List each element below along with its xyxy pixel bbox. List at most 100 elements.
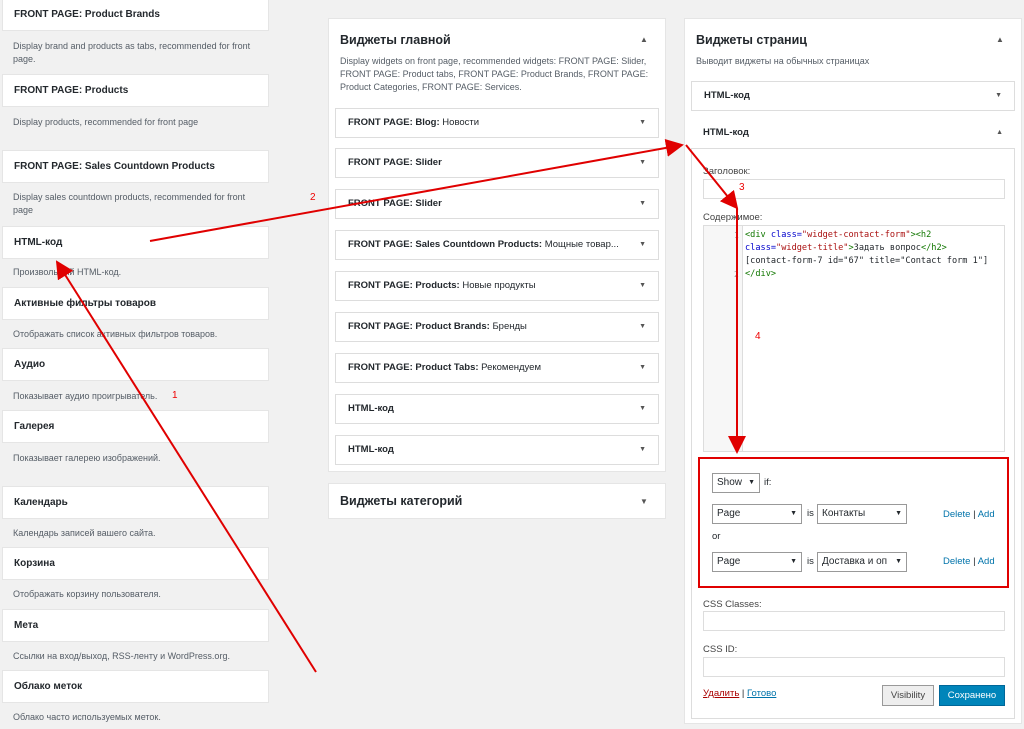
rule2-actions: Delete | Add <box>943 556 995 567</box>
available-widget-description: Отображать корзину пользователя. <box>13 589 161 599</box>
select-caret-icon: ▼ <box>748 479 755 486</box>
done-link[interactable]: Готово <box>747 688 776 699</box>
main-sidebar-widget[interactable]: FRONT PAGE: Product Tabs: Рекомендуем ▼ <box>335 353 659 383</box>
expand-arrow-icon[interactable]: ▼ <box>639 149 646 177</box>
css-classes-input[interactable] <box>703 611 1005 631</box>
available-widget-description: Календарь записей вашего сайта. <box>13 528 156 538</box>
page-sidebar-title[interactable]: Виджеты страниц <box>696 33 807 47</box>
widget-title: FRONT PAGE: Slider <box>348 157 442 168</box>
main-sidebar-widget[interactable]: HTML-код ▼ <box>335 394 659 424</box>
widget-title: HTML-код <box>704 90 750 101</box>
visibility-button[interactable]: Visibility <box>882 685 934 706</box>
rule-add-link[interactable]: Add <box>978 556 995 567</box>
available-widget-title[interactable]: Мета <box>2 609 269 642</box>
category-sidebar-panel: Виджеты категорий ▼ <box>328 483 666 519</box>
widget-instance-title: Рекомендуем <box>478 362 541 373</box>
expand-arrow-icon[interactable]: ▼ <box>639 190 646 218</box>
main-sidebar-widget[interactable]: FRONT PAGE: Blog: Новости ▼ <box>335 108 659 138</box>
expand-arrow-icon[interactable]: ▼ <box>639 109 646 137</box>
rule-add-link[interactable]: Add <box>978 509 995 520</box>
expand-arrow-icon[interactable]: ▼ <box>640 497 648 506</box>
available-widget-title[interactable]: FRONT PAGE: Products <box>2 74 269 107</box>
delete-widget-link[interactable]: Удалить <box>703 688 739 699</box>
code-token: class= <box>745 243 777 253</box>
collapse-arrow-icon[interactable]: ▲ <box>996 35 1004 44</box>
available-widget-title[interactable]: Календарь <box>2 486 269 519</box>
widget-html-collapsed[interactable]: HTML-код ▼ <box>691 81 1015 111</box>
available-widget-title[interactable]: Корзина <box>2 547 269 580</box>
main-sidebar-widget[interactable]: FRONT PAGE: Sales Countdown Products: Мо… <box>335 230 659 260</box>
code-line-2: </div> <box>745 268 776 281</box>
code-token: ><h2 <box>910 230 932 240</box>
main-sidebar-widget[interactable]: FRONT PAGE: Products: Новые продукты ▼ <box>335 271 659 301</box>
content-field-label: Содержимое: <box>703 212 763 223</box>
code-token: [contact-form-7 id="67" title="Contact f… <box>745 256 989 266</box>
collapse-arrow-icon[interactable]: ▲ <box>640 35 648 44</box>
select-caret-icon: ▼ <box>895 558 902 565</box>
rule-delete-link[interactable]: Delete <box>943 509 970 520</box>
expand-arrow-icon[interactable]: ▼ <box>639 436 646 464</box>
widget-title: FRONT PAGE: Products: <box>348 280 460 291</box>
annotation-number-2: 2 <box>310 192 316 203</box>
rule-delete-link[interactable]: Delete <box>943 556 970 567</box>
code-line-1b: class="widget-title">Задать вопрос</h2> <box>745 242 947 255</box>
available-widget-description: Показывает галерею изображений. <box>13 453 161 463</box>
expand-arrow-icon[interactable]: ▼ <box>639 313 646 341</box>
title-input[interactable] <box>703 179 1005 199</box>
code-token: </div> <box>745 269 777 279</box>
code-editor[interactable]: 1 2 <div class="widget-contact-form"><h2… <box>703 225 1005 452</box>
available-widget-description: Произвольный HTML-код. <box>13 267 122 277</box>
main-sidebar-widget[interactable]: HTML-код ▼ <box>335 435 659 465</box>
widget-title: HTML-код <box>348 403 394 414</box>
css-id-label: CSS ID: <box>703 644 738 655</box>
separator: | <box>970 509 978 520</box>
expand-arrow-icon[interactable]: ▼ <box>639 231 646 259</box>
code-token: "widget-contact-form" <box>801 230 911 240</box>
widget-html-open-header[interactable]: HTML-код ▲ <box>691 119 1015 149</box>
code-line-1c: [contact-form-7 id="67" title="Contact f… <box>745 255 988 268</box>
separator: | <box>739 688 748 699</box>
expand-arrow-icon[interactable]: ▼ <box>639 272 646 300</box>
main-sidebar-title[interactable]: Виджеты главной <box>340 33 451 47</box>
expand-arrow-icon[interactable]: ▼ <box>995 82 1002 110</box>
rule2-type-select[interactable]: Page ▼ <box>712 552 802 572</box>
select-caret-icon: ▼ <box>895 510 902 517</box>
collapse-arrow-icon[interactable]: ▲ <box>996 119 1003 147</box>
line-number: 1 <box>734 231 739 240</box>
main-sidebar-widget[interactable]: FRONT PAGE: Slider ▼ <box>335 189 659 219</box>
select-caret-icon: ▼ <box>790 510 797 517</box>
rule1-type-select[interactable]: Page ▼ <box>712 504 802 524</box>
rule1-value-select[interactable]: Контакты ▼ <box>817 504 907 524</box>
rule2-value-select[interactable]: Доставка и оп ▼ <box>817 552 907 572</box>
expand-arrow-icon[interactable]: ▼ <box>639 354 646 382</box>
rule1-actions: Delete | Add <box>943 509 995 520</box>
widget-instance-title: Новости <box>439 117 480 128</box>
expand-arrow-icon[interactable]: ▼ <box>639 395 646 423</box>
available-widget-description: Display brand and products as tabs, reco… <box>13 41 251 64</box>
available-widget-title[interactable]: FRONT PAGE: Product Brands <box>2 0 269 31</box>
available-widget-title[interactable]: HTML-код <box>2 226 269 259</box>
css-id-input[interactable] <box>703 657 1005 677</box>
available-widget-title[interactable]: Галерея <box>2 410 269 443</box>
annotation-number-4: 4 <box>755 331 761 342</box>
code-token: "widget-title" <box>776 243 849 253</box>
main-sidebar-widget[interactable]: FRONT PAGE: Product Brands: Бренды ▼ <box>335 312 659 342</box>
available-widget-title[interactable]: Аудио <box>2 348 269 381</box>
available-widget-title[interactable]: FRONT PAGE: Sales Countdown Products <box>2 150 269 183</box>
title-field-label: Заголовок: <box>703 166 751 177</box>
main-sidebar-widget[interactable]: FRONT PAGE: Slider ▼ <box>335 148 659 178</box>
code-token: <div <box>745 230 766 240</box>
available-widget-title[interactable]: Активные фильтры товаров <box>2 287 269 320</box>
available-widget-title[interactable]: Облако меток <box>2 670 269 703</box>
widget-title: FRONT PAGE: Blog: <box>348 117 440 128</box>
visibility-action-select[interactable]: Show ▼ <box>712 473 760 493</box>
separator: | <box>970 556 978 567</box>
available-widget-description: Облако часто используемых меток. <box>13 712 161 722</box>
category-sidebar-title[interactable]: Виджеты категорий <box>340 494 462 508</box>
save-button[interactable]: Сохранено <box>939 685 1005 706</box>
code-line-1a: <div class="widget-contact-form"><h2 <box>745 229 931 242</box>
widget-title: FRONT PAGE: Slider <box>348 198 442 209</box>
code-editor-gutter <box>704 226 743 451</box>
select-caret-icon: ▼ <box>790 558 797 565</box>
available-widget-description: Display products, recommended for front … <box>13 117 199 127</box>
